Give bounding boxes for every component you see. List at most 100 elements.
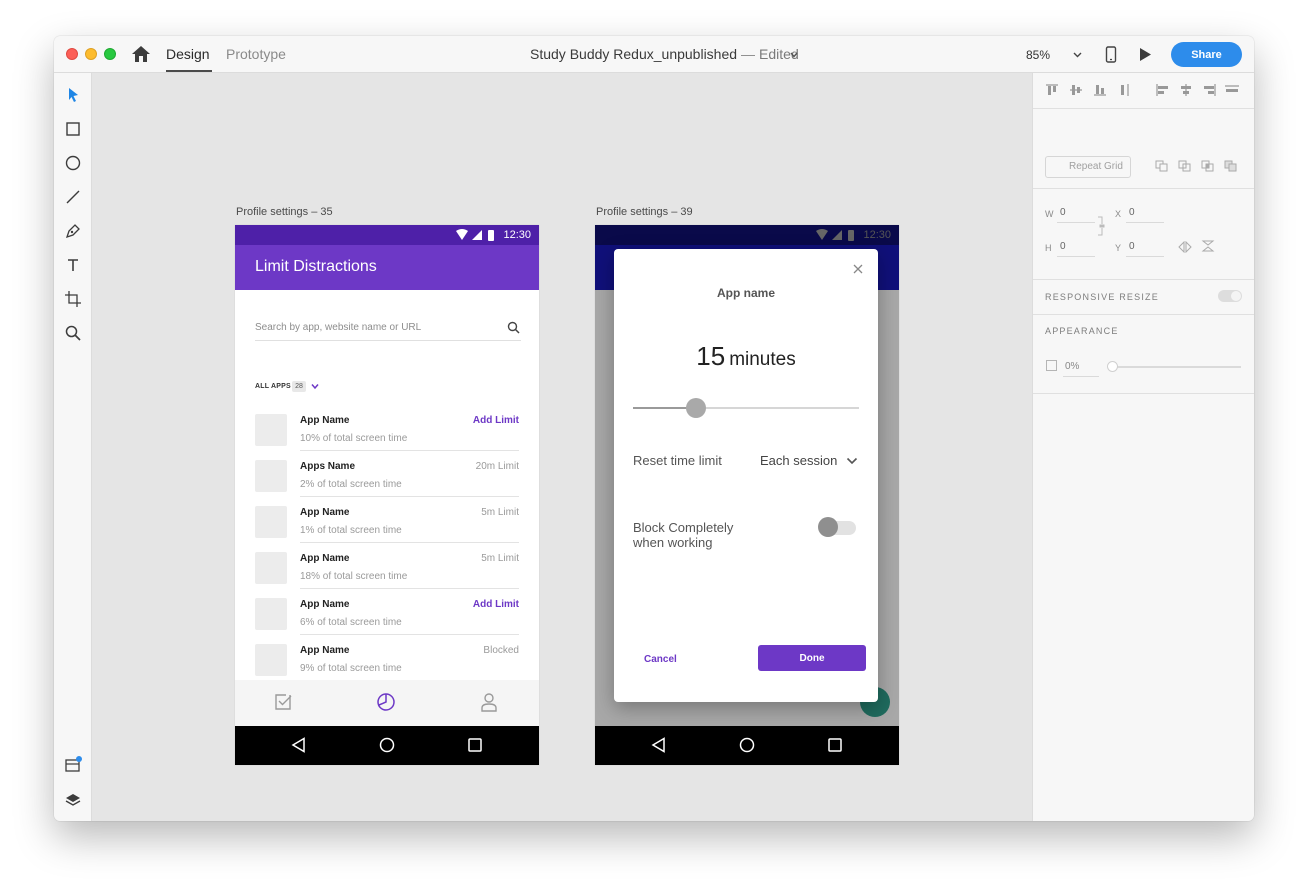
- align-left-icon[interactable]: [1156, 84, 1170, 96]
- list-item[interactable]: Apps Name 2% of total screen time 20m Li…: [235, 456, 539, 502]
- opacity-underline: [1063, 376, 1099, 377]
- responsive-resize-toggle[interactable]: [1218, 290, 1242, 302]
- align-right-icon[interactable]: [1202, 84, 1216, 96]
- add-limit-button[interactable]: Add Limit: [473, 415, 519, 426]
- rectangle-tool-icon[interactable]: [64, 120, 82, 138]
- appearance-label: APPEARANCE: [1045, 326, 1119, 336]
- artboard-label-right[interactable]: Profile settings – 39: [596, 206, 693, 218]
- boolean-intersect-icon[interactable]: [1201, 160, 1215, 172]
- app-thumbnail: [255, 460, 287, 492]
- app-usage: 6% of total screen time: [300, 617, 402, 628]
- artboard-label-left[interactable]: Profile settings – 35: [236, 206, 333, 218]
- repeat-grid-button[interactable]: Repeat Grid: [1045, 156, 1131, 178]
- list-item[interactable]: App Name 6% of total screen time Add Lim…: [235, 594, 539, 640]
- zoom-chevron-icon[interactable]: [1073, 51, 1082, 59]
- artboard-app-limit-dialog[interactable]: 12:30 App name 15 minutes Reset time limi…: [595, 225, 899, 765]
- close-window-button[interactable]: [66, 48, 78, 60]
- zoom-window-button[interactable]: [104, 48, 116, 60]
- chevron-down-icon[interactable]: [846, 457, 858, 465]
- distribute-vertical-icon[interactable]: [1117, 84, 1131, 96]
- zoom-level[interactable]: 85%: [1026, 48, 1050, 62]
- flip-vertical-icon[interactable]: [1201, 240, 1215, 252]
- line-tool-icon[interactable]: [64, 188, 82, 206]
- home-button-icon[interactable]: [379, 737, 395, 753]
- chevron-down-icon[interactable]: [790, 51, 798, 59]
- opacity-field[interactable]: 0%: [1065, 361, 1079, 372]
- opacity-slider[interactable]: [1113, 366, 1241, 368]
- tab-prototype[interactable]: Prototype: [226, 46, 286, 62]
- select-tool-icon[interactable]: [64, 86, 82, 104]
- panel-divider: [1033, 188, 1254, 189]
- close-icon[interactable]: [853, 264, 863, 274]
- y-field[interactable]: 0: [1129, 241, 1135, 252]
- profile-icon[interactable]: [479, 692, 499, 712]
- chevron-down-icon[interactable]: [311, 383, 319, 390]
- limit-value: 20m Limit: [475, 461, 519, 472]
- align-top-icon[interactable]: [1045, 84, 1059, 96]
- app-thumbnail: [255, 598, 287, 630]
- app-thumbnail: [255, 506, 287, 538]
- width-field[interactable]: 0: [1060, 207, 1066, 218]
- align-bottom-icon[interactable]: [1093, 84, 1107, 96]
- time-slider[interactable]: [633, 398, 859, 418]
- pen-tool-icon[interactable]: [64, 222, 82, 240]
- artboard-limit-distractions[interactable]: 12:30 Limit Distractions Search by app, …: [235, 225, 539, 765]
- minutes-unit: minutes: [729, 349, 796, 370]
- play-icon[interactable]: [1139, 47, 1152, 62]
- list-item[interactable]: App Name 10% of total screen time Add Li…: [235, 410, 539, 456]
- limit-value: Blocked: [483, 645, 519, 656]
- slider-thumb[interactable]: [686, 398, 707, 418]
- share-button[interactable]: Share: [1171, 42, 1242, 67]
- pie-chart-icon[interactable]: [376, 692, 396, 712]
- back-icon[interactable]: [291, 737, 307, 753]
- app-usage: 18% of total screen time: [300, 571, 408, 582]
- row-divider: [300, 542, 519, 543]
- text-tool-icon[interactable]: [64, 256, 82, 274]
- search-icon[interactable]: [507, 321, 520, 334]
- minutes-value: 15: [696, 341, 726, 371]
- block-label: Block Completely when working: [633, 520, 734, 550]
- zoom-tool-icon[interactable]: [64, 324, 82, 342]
- align-center-icon[interactable]: [1179, 84, 1193, 96]
- align-middle-icon[interactable]: [1069, 84, 1083, 96]
- recents-icon[interactable]: [467, 737, 483, 753]
- status-bar: 12:30: [595, 225, 899, 245]
- layers-icon[interactable]: [64, 791, 82, 809]
- minimize-window-button[interactable]: [85, 48, 97, 60]
- checkbox-icon[interactable]: [273, 692, 293, 712]
- distribute-horizontal-icon[interactable]: [1225, 84, 1239, 96]
- ellipse-tool-icon[interactable]: [64, 154, 82, 172]
- lock-aspect-icon[interactable]: [1097, 216, 1105, 236]
- add-limit-button[interactable]: Add Limit: [473, 599, 519, 610]
- filter-label[interactable]: ALL APPS: [255, 383, 291, 390]
- done-button[interactable]: Done: [758, 645, 866, 671]
- row-divider: [300, 450, 519, 451]
- reset-select[interactable]: Each session: [760, 453, 837, 468]
- app-name: Apps Name: [300, 461, 356, 472]
- home-button-icon[interactable]: [739, 737, 755, 753]
- boolean-subtract-icon[interactable]: [1178, 160, 1192, 172]
- flip-horizontal-icon[interactable]: [1178, 241, 1192, 253]
- document-name: Study Buddy Redux_unpublished: [530, 46, 738, 62]
- list-item[interactable]: App Name 1% of total screen time 5m Limi…: [235, 502, 539, 548]
- opacity-slider-thumb[interactable]: [1107, 361, 1118, 372]
- artboard-tool-icon[interactable]: [64, 290, 82, 308]
- x-field[interactable]: 0: [1129, 207, 1135, 218]
- device-preview-icon[interactable]: [1105, 46, 1117, 63]
- list-item[interactable]: App Name 18% of total screen time 5m Lim…: [235, 548, 539, 594]
- document-title[interactable]: Study Buddy Redux_unpublished — Edited: [530, 46, 799, 62]
- plugins-icon[interactable]: [64, 756, 82, 774]
- design-canvas[interactable]: Profile settings – 35 Profile settings –…: [92, 73, 1032, 821]
- back-icon[interactable]: [651, 737, 667, 753]
- filter-count-badge: 28: [292, 381, 306, 392]
- x-label: X: [1115, 209, 1122, 219]
- home-icon[interactable]: [131, 45, 151, 63]
- block-toggle[interactable]: [818, 517, 858, 537]
- cancel-button[interactable]: Cancel: [644, 650, 710, 668]
- tab-design[interactable]: Design: [166, 46, 212, 72]
- boolean-exclude-icon[interactable]: [1224, 160, 1238, 172]
- recents-icon[interactable]: [827, 737, 843, 753]
- boolean-add-icon[interactable]: [1155, 160, 1169, 172]
- search-input[interactable]: Search by app, website name or URL: [255, 322, 421, 333]
- height-field[interactable]: 0: [1060, 241, 1066, 252]
